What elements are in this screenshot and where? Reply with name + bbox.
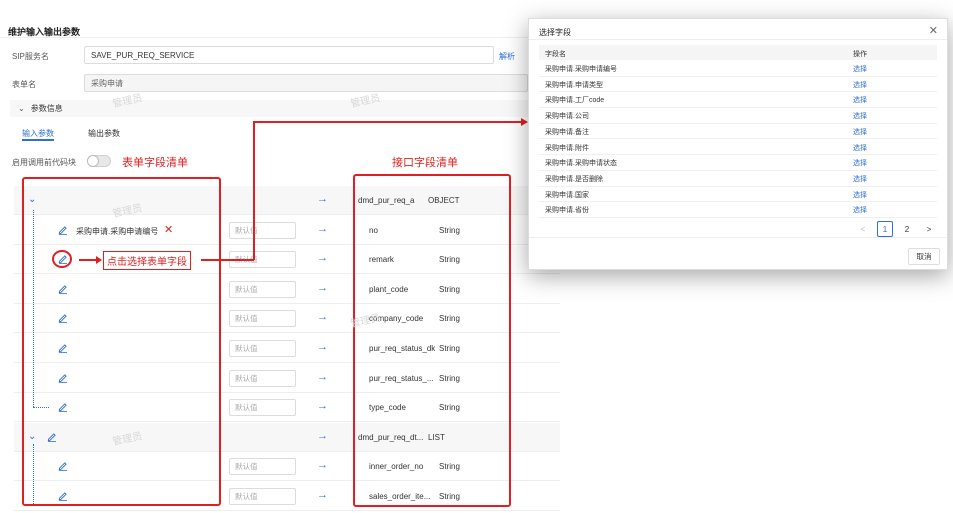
modal-list-item: 采购申请.是否删除 选择: [539, 171, 937, 187]
col-operation: 操作: [853, 51, 867, 58]
tab-input-params[interactable]: 输入参数: [22, 128, 54, 139]
select-link[interactable]: 选择: [853, 80, 867, 90]
pencil-highlight-circle: [52, 250, 72, 268]
select-link[interactable]: 选择: [853, 190, 867, 200]
connector-h2: [253, 121, 523, 123]
arrow-right-icon: →: [317, 311, 328, 324]
arrow-right-icon: →: [317, 429, 328, 442]
pager-prev-button[interactable]: <: [855, 221, 871, 237]
modal-list-item: 采购申请.采购申请状态 选择: [539, 155, 937, 171]
select-link[interactable]: 选择: [853, 127, 867, 137]
default-value-input[interactable]: 默认值: [229, 310, 296, 328]
cancel-button[interactable]: 取消: [908, 248, 940, 265]
connector-h1: [201, 259, 254, 261]
modal-divider: [529, 39, 947, 40]
hint-arrow-head: [96, 256, 102, 264]
sip-label: SIP服务名: [12, 52, 49, 61]
select-link[interactable]: 选择: [853, 158, 867, 168]
default-value-input[interactable]: 默认值: [229, 221, 296, 239]
modal-list-item: 采购申请.省份 选择: [539, 202, 937, 218]
default-value-input[interactable]: 默认值: [229, 340, 296, 357]
select-link[interactable]: 选择: [853, 143, 867, 153]
modal-field-name: 采购申请.工厂code: [545, 97, 605, 105]
chevron-down-icon: ⌄: [18, 104, 25, 113]
connector-arrow-head: [521, 118, 528, 126]
select-link[interactable]: 选择: [853, 174, 867, 184]
modal-field-name: 采购申请.采购申请状态: [545, 160, 617, 168]
form-fields-annotation: 表单字段清单: [122, 157, 188, 169]
select-field-modal: 选择字段 ✕ 字段名 操作 采购申请.采购申请编号 选择 采购申请.申请类型 选择 采购…: [528, 18, 948, 270]
arrow-right-icon: →: [317, 193, 328, 205]
modal-list-item: 采购申请.公司 选择: [539, 108, 937, 124]
default-value-input[interactable]: 默认值: [229, 369, 296, 387]
close-icon[interactable]: ✕: [929, 24, 938, 37]
modal-title: 选择字段: [539, 28, 571, 37]
select-link[interactable]: 选择: [853, 205, 867, 215]
toggle-label: 启用调用前代码块: [12, 158, 76, 167]
arrow-right-icon: →: [317, 252, 328, 265]
tab-output-params[interactable]: 输出参数: [88, 128, 120, 139]
modal-footer-divider: [529, 237, 947, 238]
modal-field-name: 采购申请.申请类型: [545, 81, 603, 89]
arrow-right-icon: →: [317, 489, 328, 501]
modal-list-item: 采购申请.备注 选择: [539, 124, 937, 140]
param-tabs: 输入参数 输出参数: [22, 128, 120, 139]
pager-page-1[interactable]: 1: [877, 221, 893, 237]
pager-next-button[interactable]: >: [921, 221, 937, 237]
default-value-input[interactable]: 默认值: [229, 458, 296, 476]
arrow-right-icon: →: [317, 400, 328, 413]
click-hint-label: 点击选择表单字段: [103, 251, 191, 270]
arrow-right-icon: →: [317, 281, 328, 294]
arrow-right-icon: →: [317, 459, 328, 472]
select-link[interactable]: 选择: [853, 95, 867, 105]
default-value-input[interactable]: 默认值: [229, 488, 296, 505]
select-link[interactable]: 选择: [853, 64, 867, 74]
modal-list-item: 采购申请.附件 选择: [539, 140, 937, 156]
modal-field-name: 采购申请.附件: [545, 144, 589, 152]
modal-field-name: 采购申请.省份: [545, 207, 589, 215]
header-divider: [0, 37, 560, 38]
pager: < 1 2 >: [855, 221, 937, 237]
iface-fields-annotation: 接口字段清单: [392, 157, 458, 169]
form-fields-highlight: [22, 177, 221, 506]
default-value-input[interactable]: 默认值: [229, 399, 296, 417]
tab-active-indicator: [22, 139, 54, 141]
arrow-right-icon: →: [317, 222, 328, 235]
select-link[interactable]: 选择: [853, 111, 867, 121]
parse-link[interactable]: 解析: [499, 51, 515, 62]
arrow-right-icon: →: [317, 341, 328, 353]
iface-fields-highlight: [353, 174, 511, 507]
form-name-input: 采购申请: [84, 74, 528, 92]
sip-service-input[interactable]: SAVE_PUR_REQ_SERVICE: [84, 46, 494, 64]
modal-list-item: 采购申请.申请类型 选择: [539, 77, 937, 93]
modal-list-item: 采购申请.采购申请编号 选择: [539, 61, 937, 77]
section-title: 参数信息: [30, 104, 63, 113]
modal-field-name: 采购申请.公司: [545, 113, 589, 121]
modal-field-name: 采购申请.是否删除: [545, 175, 603, 183]
toggle-knob: [87, 155, 99, 167]
modal-list-item: 采购申请.工厂code 选择: [539, 92, 937, 109]
modal-field-name: 采购申请.国家: [545, 191, 589, 199]
modal-field-name: 采购申请.采购申请编号: [545, 66, 617, 73]
form-label: 表单名: [12, 80, 36, 89]
arrow-right-icon: →: [317, 370, 328, 383]
connector-v: [253, 121, 255, 260]
section-header[interactable]: ⌄ 参数信息: [10, 100, 550, 117]
col-field-name: 字段名: [545, 51, 566, 58]
default-value-input[interactable]: 默认值: [229, 280, 296, 298]
modal-table-header: 字段名 操作: [539, 45, 937, 60]
pager-page-2[interactable]: 2: [899, 221, 915, 237]
modal-list-item: 采购申请.国家 选择: [539, 187, 937, 203]
modal-field-name: 采购申请.备注: [545, 128, 589, 136]
